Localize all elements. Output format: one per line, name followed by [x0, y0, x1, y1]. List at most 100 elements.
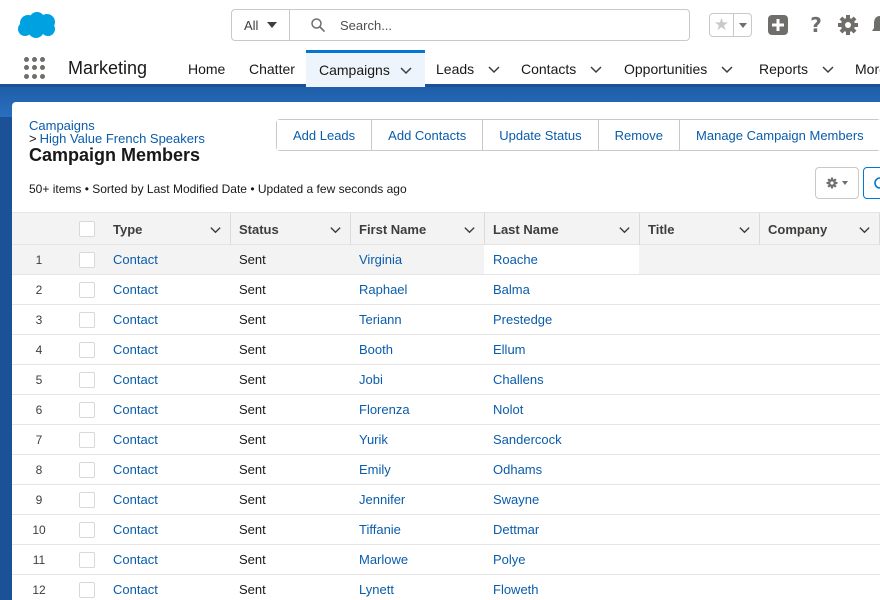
row-checkbox[interactable]	[79, 395, 99, 424]
first-name-link[interactable]: Florenza	[359, 395, 410, 424]
type-link[interactable]: Contact	[113, 545, 158, 574]
last-name-link[interactable]: Roache	[493, 245, 538, 274]
column-header-type[interactable]: Type	[105, 213, 231, 245]
chevron-down-icon[interactable]	[821, 62, 835, 76]
first-name-link[interactable]: Jennifer	[359, 485, 405, 514]
first-name-link[interactable]: Jobi	[359, 365, 383, 394]
type-link[interactable]: Contact	[113, 395, 158, 424]
table-row[interactable]: 4 Contact Sent Booth Ellum	[12, 335, 880, 365]
table-row[interactable]: 5 Contact Sent Jobi Challens	[12, 365, 880, 395]
type-link[interactable]: Contact	[113, 275, 158, 304]
select-all-checkbox[interactable]	[79, 221, 95, 237]
nav-item-home[interactable]: Home	[188, 50, 225, 87]
type-link[interactable]: Contact	[113, 575, 158, 600]
table-row[interactable]: 1 Contact Sent Virginia Roache	[12, 245, 880, 275]
last-name-link[interactable]: Dettmar	[493, 515, 539, 544]
nav-item-opportunities[interactable]: Opportunities	[624, 50, 734, 87]
table-row[interactable]: 10 Contact Sent Tiffanie Dettmar	[12, 515, 880, 545]
search-scope-select[interactable]: All	[232, 10, 290, 40]
remove-button[interactable]: Remove	[598, 120, 681, 150]
type-link[interactable]: Contact	[113, 245, 158, 274]
table-row[interactable]: 6 Contact Sent Florenza Nolot	[12, 395, 880, 425]
help-question-icon[interactable]: ?	[805, 14, 827, 36]
row-checkbox[interactable]	[79, 545, 99, 574]
search-input[interactable]	[340, 14, 670, 36]
last-name-link[interactable]: Floweth	[493, 575, 539, 600]
first-name-link[interactable]: Booth	[359, 335, 393, 364]
row-checkbox[interactable]	[79, 455, 99, 484]
nav-item-reports[interactable]: Reports	[759, 50, 835, 87]
add-contacts-button[interactable]: Add Contacts	[372, 120, 484, 150]
last-name-link[interactable]: Balma	[493, 275, 530, 304]
first-name-link[interactable]: Marlowe	[359, 545, 408, 574]
chevron-down-icon[interactable]	[209, 223, 222, 236]
first-name-link[interactable]: Teriann	[359, 305, 402, 334]
row-checkbox[interactable]	[79, 485, 99, 514]
row-checkbox[interactable]	[79, 245, 99, 274]
last-name-link[interactable]: Polye	[493, 545, 526, 574]
nav-item-contacts[interactable]: Contacts	[521, 50, 603, 87]
last-name-link[interactable]: Sandercock	[493, 425, 562, 454]
favorites-list-button[interactable]	[734, 14, 751, 36]
type-link[interactable]: Contact	[113, 335, 158, 364]
chevron-down-icon[interactable]	[399, 63, 413, 77]
row-checkbox[interactable]	[79, 305, 99, 334]
type-link[interactable]: Contact	[113, 365, 158, 394]
table-row[interactable]: 11 Contact Sent Marlowe Polye	[12, 545, 880, 575]
chevron-down-icon[interactable]	[329, 223, 342, 236]
chevron-down-icon[interactable]	[487, 62, 501, 76]
chevron-down-icon[interactable]	[463, 223, 476, 236]
row-checkbox[interactable]	[79, 365, 99, 394]
first-name-link[interactable]: Yurik	[359, 425, 388, 454]
breadcrumb-campaign-link[interactable]: High Value French Speakers	[40, 131, 205, 146]
last-name-link[interactable]: Challens	[493, 365, 544, 394]
row-checkbox[interactable]	[79, 335, 99, 364]
last-name-link[interactable]: Odhams	[493, 455, 542, 484]
type-link[interactable]: Contact	[113, 455, 158, 484]
last-name-link[interactable]: Ellum	[493, 335, 526, 364]
nav-item-leads[interactable]: Leads	[436, 50, 501, 87]
row-checkbox[interactable]	[79, 515, 99, 544]
last-name-link[interactable]: Nolot	[493, 395, 523, 424]
column-header-last-name[interactable]: Last Name	[485, 213, 640, 245]
refresh-button[interactable]	[863, 167, 880, 199]
type-link[interactable]: Contact	[113, 485, 158, 514]
column-header-title[interactable]: Title	[640, 213, 760, 245]
notifications-bell-icon[interactable]	[869, 14, 880, 36]
table-row[interactable]: 7 Contact Sent Yurik Sandercock	[12, 425, 880, 455]
table-row[interactable]: 12 Contact Sent Lynett Floweth	[12, 575, 880, 600]
type-link[interactable]: Contact	[113, 305, 158, 334]
table-row[interactable]: 2 Contact Sent Raphael Balma	[12, 275, 880, 305]
table-row[interactable]: 8 Contact Sent Emily Odhams	[12, 455, 880, 485]
type-link[interactable]: Contact	[113, 515, 158, 544]
add-leads-button[interactable]: Add Leads	[277, 120, 373, 150]
column-header-first-name[interactable]: First Name	[351, 213, 485, 245]
column-header-status[interactable]: Status	[231, 213, 351, 245]
first-name-link[interactable]: Lynett	[359, 575, 394, 600]
chevron-down-icon[interactable]	[720, 62, 734, 76]
chevron-down-icon[interactable]	[589, 62, 603, 76]
last-name-link[interactable]: Swayne	[493, 485, 539, 514]
salesforce-cloud-logo[interactable]	[16, 10, 58, 40]
update-status-button[interactable]: Update Status	[483, 120, 599, 150]
column-header-company[interactable]: Company	[760, 213, 880, 245]
chevron-down-icon[interactable]	[858, 223, 871, 236]
first-name-link[interactable]: Emily	[359, 455, 391, 484]
chevron-down-icon[interactable]	[738, 223, 751, 236]
table-row[interactable]: 3 Contact Sent Teriann Prestedge	[12, 305, 880, 335]
nav-item-campaigns[interactable]: Campaigns	[306, 50, 425, 87]
global-actions-plus-icon[interactable]	[767, 14, 789, 36]
nav-item-more[interactable]: More	[855, 50, 880, 87]
first-name-link[interactable]: Raphael	[359, 275, 407, 304]
chevron-down-icon[interactable]	[618, 223, 631, 236]
row-checkbox[interactable]	[79, 275, 99, 304]
row-checkbox[interactable]	[79, 425, 99, 454]
table-row[interactable]: 9 Contact Sent Jennifer Swayne	[12, 485, 880, 515]
first-name-link[interactable]: Tiffanie	[359, 515, 401, 544]
type-link[interactable]: Contact	[113, 425, 158, 454]
app-launcher-icon[interactable]	[24, 57, 46, 79]
last-name-link[interactable]: Prestedge	[493, 305, 552, 334]
manage-campaign-members-button[interactable]: Manage Campaign Members	[680, 120, 880, 150]
row-checkbox[interactable]	[79, 575, 99, 600]
first-name-link[interactable]: Virginia	[359, 245, 402, 274]
